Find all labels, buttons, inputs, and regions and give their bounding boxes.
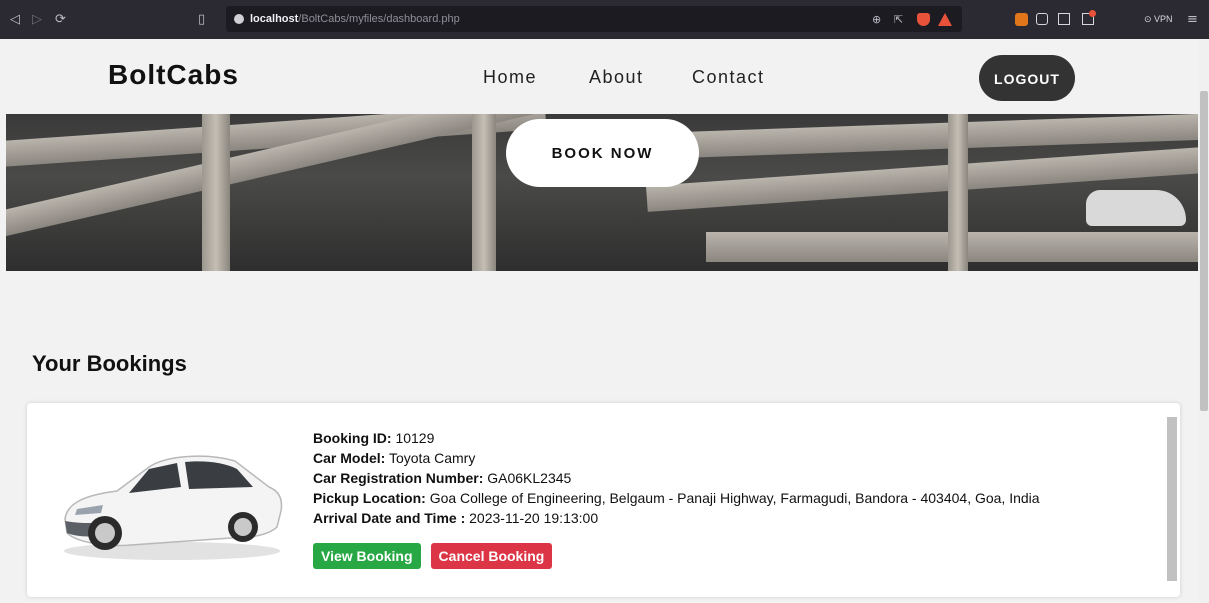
brave-shield-icon[interactable] [917, 13, 930, 26]
cancel-booking-button[interactable]: Cancel Booking [430, 543, 553, 569]
share-icon[interactable]: ⇱ [894, 0, 903, 39]
lock-icon[interactable] [234, 14, 244, 24]
page-scrollbar[interactable] [1198, 39, 1209, 603]
arrival-label: Arrival Date and Time : [313, 510, 466, 526]
hero-pillar [202, 114, 230, 271]
sidebar-icon[interactable] [1058, 13, 1070, 25]
reload-icon[interactable]: ⟳ [55, 0, 66, 39]
page-scrollbar-thumb[interactable] [1200, 91, 1208, 411]
hero-pillar [472, 114, 496, 271]
hero-pillar [948, 114, 968, 271]
card-scrollbar-thumb[interactable] [1167, 417, 1177, 581]
notification-badge-icon [1089, 10, 1096, 17]
brave-rewards-icon[interactable] [938, 13, 952, 26]
logout-button[interactable]: LOGOUT [979, 55, 1075, 101]
car-model-value: Toyota Camry [388, 450, 476, 466]
booking-details: Booking ID: 10129 Car Model: Toyota Camr… [313, 428, 1040, 528]
pickup-value: Goa College of Engineering, Belgaum - Pa… [429, 490, 1040, 506]
booking-card: Booking ID: 10129 Car Model: Toyota Camr… [27, 403, 1180, 597]
back-icon[interactable]: ◁ [10, 0, 20, 39]
forward-icon[interactable]: ▷ [32, 0, 42, 39]
pickup-label: Pickup Location: [313, 490, 426, 506]
wallet-icon[interactable] [1036, 13, 1048, 25]
book-now-button[interactable]: BOOK NOW [506, 119, 699, 187]
car-image [64, 455, 283, 560]
menu-icon[interactable]: ≡ [1187, 0, 1198, 39]
bookmark-icon[interactable]: ▯ [198, 0, 205, 39]
zoom-icon[interactable]: ⊕ [872, 0, 881, 39]
card-scrollbar[interactable] [1167, 411, 1177, 585]
bookings-heading: Your Bookings [32, 351, 187, 376]
vpn-label: VPN [1154, 14, 1173, 24]
arrival-row: Arrival Date and Time : 2023-11-20 19:13… [313, 508, 1040, 528]
vpn-button[interactable]: ⊙ VPN [1140, 11, 1177, 27]
car-model-row: Car Model: Toyota Camry [313, 448, 1040, 468]
car-reg-row: Car Registration Number: GA06KL2345 [313, 468, 1040, 488]
brand-logo[interactable]: BoltCabs [108, 59, 239, 91]
car-model-label: Car Model: [313, 450, 386, 466]
url-text[interactable]: localhost/BoltCabs/myfiles/dashboard.php [250, 6, 460, 32]
metamask-icon[interactable] [1015, 13, 1028, 26]
car-reg-label: Car Registration Number: [313, 470, 484, 486]
browser-toolbar: ◁ ▷ ⟳ ▯ localhost/BoltCabs/myfiles/dashb… [0, 0, 1209, 39]
nav-contact[interactable]: Contact [692, 67, 765, 88]
booking-actions: View Booking Cancel Booking [313, 543, 562, 569]
view-booking-button[interactable]: View Booking [313, 543, 421, 569]
booking-id-row: Booking ID: 10129 [313, 428, 1040, 448]
nav-home[interactable]: Home [483, 67, 537, 88]
nav-about[interactable]: About [589, 67, 644, 88]
pickup-row: Pickup Location: Goa College of Engineer… [313, 488, 1040, 508]
site-header: BoltCabs Home About Contact LOGOUT [0, 39, 1198, 114]
booking-id-value: 10129 [395, 430, 435, 446]
address-bar[interactable]: localhost/BoltCabs/myfiles/dashboard.php [226, 6, 962, 32]
booking-id-label: Booking ID: [313, 430, 392, 446]
arrival-value: 2023-11-20 19:13:00 [469, 510, 599, 526]
hero-car-shape [1086, 190, 1186, 226]
car-reg-value: GA06KL2345 [487, 470, 572, 486]
